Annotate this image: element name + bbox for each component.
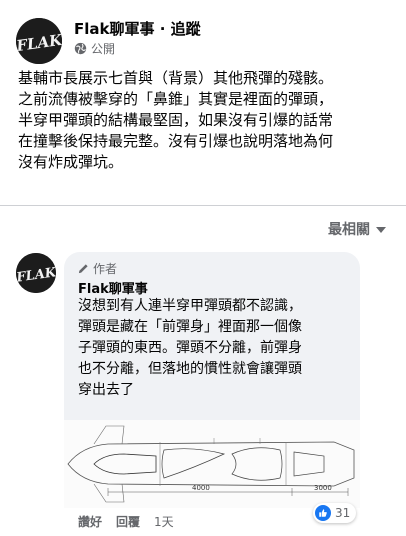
globe-icon[interactable] xyxy=(74,42,87,55)
reply-button[interactable]: 回覆 xyxy=(116,513,140,530)
comment-text: 沒想到有人連半穿甲彈頭都不認識， 彈頭是藏在「前彈身」裡面那一個像 子彈頭的東西… xyxy=(78,296,352,401)
reaction-count: 31 xyxy=(335,506,351,520)
privacy-label: 公開 xyxy=(91,42,116,56)
page-avatar[interactable]: FLAK xyxy=(16,18,62,64)
sort-comments-button[interactable]: 最相關 xyxy=(328,219,386,239)
comment-avatar[interactable]: FLAK xyxy=(16,253,56,293)
reaction-summary[interactable]: 31 xyxy=(313,503,357,523)
comment-actions: 讚好 回覆 1天 xyxy=(78,513,174,530)
page-name-row: Flak聊軍事 · 追蹤 xyxy=(74,18,201,39)
dimension-label: 3000 xyxy=(314,484,332,492)
post-divider xyxy=(0,205,406,206)
author-badge-label: 作者 xyxy=(93,262,118,276)
comment-bubble: 作者 Flak聊軍事 沒想到有人連半穿甲彈頭都不認識， 彈頭是藏在「前彈身」裡面… xyxy=(64,252,360,440)
dimension-label: 4000 xyxy=(192,484,210,492)
chevron-down-icon xyxy=(376,227,386,233)
like-icon xyxy=(315,505,331,521)
comment-author[interactable]: Flak聊軍事 xyxy=(78,278,148,297)
post-meta: 公開 xyxy=(74,40,115,57)
comment-text-line: 穿出去了 xyxy=(78,382,134,398)
follow-button[interactable]: 追蹤 xyxy=(171,20,201,38)
post-text-line: 在撞擊後保持最完整。沒有引爆也說明落地為何 xyxy=(18,132,334,150)
sort-label: 最相關 xyxy=(328,222,370,238)
author-badge: 作者 xyxy=(78,260,117,277)
comment-text-line: 沒想到有人連半穿甲彈頭都不認識， xyxy=(78,298,302,314)
like-button[interactable]: 讚好 xyxy=(78,513,102,530)
post-text-line: 沒有炸成彈坑。 xyxy=(18,153,124,171)
comment-timestamp[interactable]: 1天 xyxy=(154,513,174,530)
page-name[interactable]: Flak聊軍事 xyxy=(74,20,155,38)
post-text-line: 半穿甲彈頭的結構最堅固，如果沒有引爆的話常 xyxy=(18,111,334,129)
pencil-icon xyxy=(78,264,88,274)
post-header: FLAK Flak聊軍事 · 追蹤 公開 xyxy=(16,10,396,64)
missile-cutaway-drawing: 4000 3000 xyxy=(64,420,360,508)
post-text-line: 之前流傳被擊穿的「鼻錐」其實是裡面的彈頭， xyxy=(18,90,334,108)
post-text-line: 基輔市長展示七首與（背景）其他飛彈的殘骸。 xyxy=(18,69,334,87)
missile-diagram-image[interactable]: 4000 3000 xyxy=(64,420,360,508)
comment-text-line: 彈頭是藏在「前彈身」裡面那一個像 xyxy=(78,319,302,335)
name-separator: · xyxy=(154,20,171,38)
flak-logo-icon: FLAK xyxy=(16,253,56,293)
flak-logo-icon: FLAK xyxy=(16,18,62,64)
post-text: 基輔市長展示七首與（背景）其他飛彈的殘骸。 之前流傳被擊穿的「鼻錐」其實是裡面的… xyxy=(18,68,390,173)
comment-text-line: 也不分離，但落地的慣性就會讓彈頭 xyxy=(78,361,302,377)
comment-text-line: 子彈頭的東西。彈頭不分離，前彈身 xyxy=(78,340,302,356)
